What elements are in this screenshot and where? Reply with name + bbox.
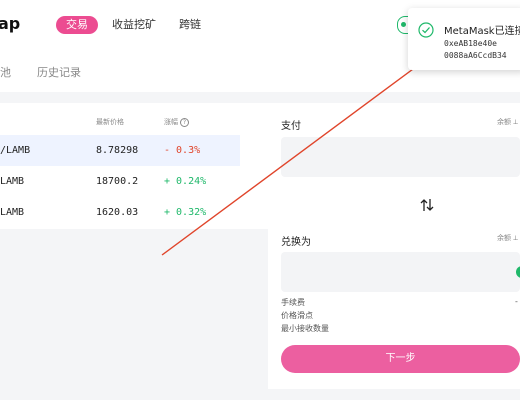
toast-address-line: 0088aA6CcdB34: [444, 51, 507, 60]
metamask-connected-toast: MetaMask已连接 0xeAB18e40e 0088aA6CcdB34: [408, 8, 520, 70]
check-circle-icon: [418, 22, 434, 38]
toast-address-line: 0xeAB18e40e: [444, 39, 497, 48]
toast-title: MetaMask已连接: [444, 26, 520, 37]
